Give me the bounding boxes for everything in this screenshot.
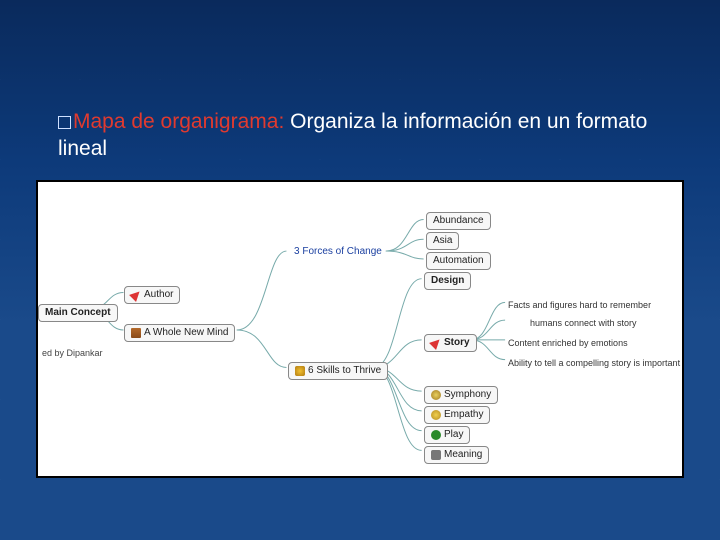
node-story-label: Story xyxy=(444,338,470,348)
node-credits: ed by Dipankar xyxy=(36,346,109,361)
leaf-story-1: Facts and figures hard to remember xyxy=(508,300,651,310)
node-story: Story xyxy=(424,334,477,352)
book-icon xyxy=(131,328,141,338)
title-lead: Mapa de organigrama: xyxy=(73,110,284,133)
node-meaning-label: Meaning xyxy=(444,450,482,460)
symphony-icon xyxy=(431,390,441,400)
node-symphony: Symphony xyxy=(424,386,498,404)
node-abundance: Abundance xyxy=(426,212,491,230)
mindmap-screenshot: ed by Dipankar Main Concept Author A Who… xyxy=(36,180,684,478)
node-automation: Automation xyxy=(426,252,491,270)
leaf-story-4: Ability to tell a compelling story is im… xyxy=(508,358,680,368)
node-skills: 6 Skills to Thrive xyxy=(288,362,388,380)
story-icon xyxy=(429,336,443,350)
node-play: Play xyxy=(424,426,470,444)
node-symphony-label: Symphony xyxy=(444,390,491,400)
node-author-label: Author xyxy=(144,290,173,300)
node-empathy: Empathy xyxy=(424,406,490,424)
empathy-icon xyxy=(431,410,441,420)
leaf-story-3: Content enriched by emotions xyxy=(508,338,628,348)
skills-icon xyxy=(295,366,305,376)
node-asia: Asia xyxy=(426,232,459,250)
meaning-icon xyxy=(431,450,441,460)
play-icon xyxy=(431,430,441,440)
node-empathy-label: Empathy xyxy=(444,410,483,420)
node-meaning: Meaning xyxy=(424,446,489,464)
feather-icon xyxy=(129,288,143,302)
node-skills-label: 6 Skills to Thrive xyxy=(308,366,381,376)
node-book: A Whole New Mind xyxy=(124,324,235,342)
leaf-story-2: humans connect with story xyxy=(530,318,637,328)
node-main-concept: Main Concept xyxy=(38,304,118,322)
node-forces: 3 Forces of Change xyxy=(288,244,388,260)
node-author: Author xyxy=(124,286,180,304)
slide-title: Mapa de organigrama: Organiza la informa… xyxy=(58,108,650,163)
bullet-icon xyxy=(58,116,71,129)
node-book-label: A Whole New Mind xyxy=(144,328,228,338)
node-design: Design xyxy=(424,272,471,290)
node-play-label: Play xyxy=(444,430,463,440)
